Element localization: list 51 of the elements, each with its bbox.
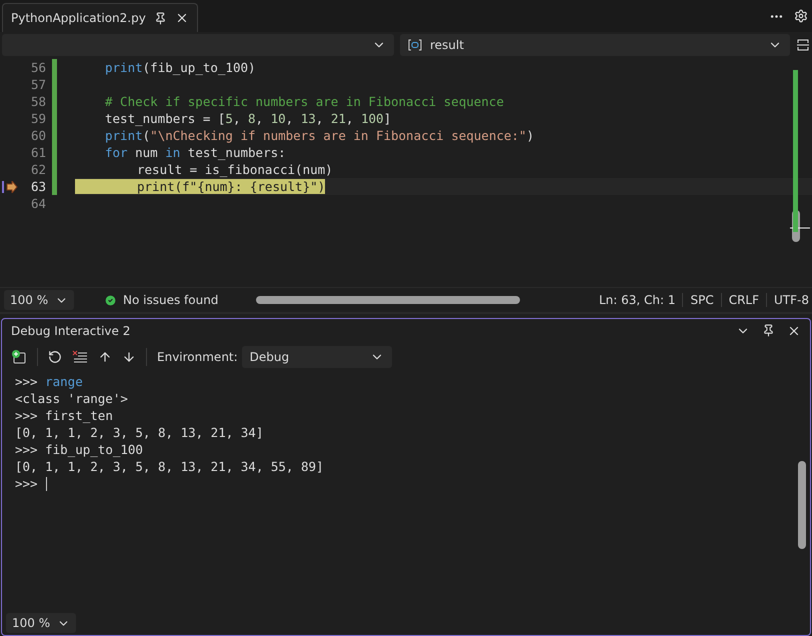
vertical-scrollbar[interactable] bbox=[798, 461, 806, 549]
reset-icon[interactable] bbox=[48, 350, 62, 364]
console-command-text: >>> range bbox=[15, 373, 84, 390]
code-line: print(fib_up_to_100) bbox=[105, 60, 256, 75]
zoom-dropdown[interactable]: 100 % bbox=[4, 290, 74, 310]
new-window-icon[interactable] bbox=[11, 349, 27, 365]
line-number: 61 bbox=[30, 145, 46, 160]
history-down-icon[interactable] bbox=[122, 350, 136, 364]
clear-icon[interactable] bbox=[72, 350, 88, 364]
horizontal-scrollbar[interactable] bbox=[256, 296, 520, 304]
line-number: 62 bbox=[30, 162, 46, 177]
indent-mode[interactable]: SPC bbox=[682, 293, 721, 307]
environment-label: Environment: bbox=[157, 350, 238, 364]
line-number: 63 bbox=[30, 179, 46, 194]
member-name: result bbox=[430, 38, 465, 52]
cursor-position[interactable]: Ln: 63, Ch: 1 bbox=[592, 293, 682, 307]
line-number: 58 bbox=[30, 94, 46, 109]
console-command-text: >>> fib_up_to_100 bbox=[15, 441, 144, 458]
code-line: # Check if specific numbers are in Fibonacci sequence bbox=[105, 94, 504, 109]
issues-status[interactable]: No issues found bbox=[123, 293, 218, 307]
console-output: [0, 1, 1, 2, 3, 5, 8, 13, 21, 34, 55, 89] bbox=[15, 458, 325, 475]
line-number: 60 bbox=[30, 128, 46, 143]
console-prompt[interactable]: >>> bbox=[15, 476, 38, 491]
tab-title: PythonApplication2.py bbox=[11, 11, 146, 25]
console-command-text: >>> first_ten bbox=[15, 407, 114, 424]
variable-icon bbox=[408, 38, 422, 52]
encoding[interactable]: UTF-8 bbox=[766, 293, 812, 307]
close-icon[interactable] bbox=[787, 324, 801, 338]
line-number: 57 bbox=[30, 77, 46, 92]
code-line: result = is_fibonacci(num) bbox=[136, 162, 333, 177]
code-line: test_numbers = [5, 8, 10, 13, 21, 100] bbox=[105, 111, 392, 126]
pin-icon[interactable] bbox=[762, 324, 775, 337]
file-tab[interactable]: PythonApplication2.py bbox=[2, 3, 198, 32]
split-icon[interactable] bbox=[796, 38, 810, 52]
settings-icon[interactable] bbox=[794, 9, 808, 23]
line-number: 56 bbox=[30, 60, 46, 75]
console-output: [0, 1, 1, 2, 3, 5, 8, 13, 21, 34] bbox=[15, 424, 264, 441]
console-output: <class 'range'> bbox=[15, 390, 129, 407]
line-ending[interactable]: CRLF bbox=[720, 293, 766, 307]
member-dropdown[interactable]: result bbox=[400, 34, 790, 56]
history-up-icon[interactable] bbox=[98, 350, 112, 364]
panel-title: Debug Interactive 2 bbox=[11, 324, 132, 338]
line-number: 59 bbox=[30, 111, 46, 126]
code-line: print("\nChecking if numbers are in Fibonacci sequence:") bbox=[105, 128, 534, 143]
code-line: for num in test_numbers: bbox=[105, 145, 286, 160]
zoom-dropdown[interactable]: 100 % bbox=[6, 613, 76, 633]
text-cursor bbox=[46, 476, 47, 490]
check-icon bbox=[104, 294, 117, 306]
pin-icon[interactable] bbox=[154, 12, 167, 24]
environment-dropdown[interactable]: Debug bbox=[242, 346, 392, 368]
line-number: 64 bbox=[30, 196, 46, 211]
